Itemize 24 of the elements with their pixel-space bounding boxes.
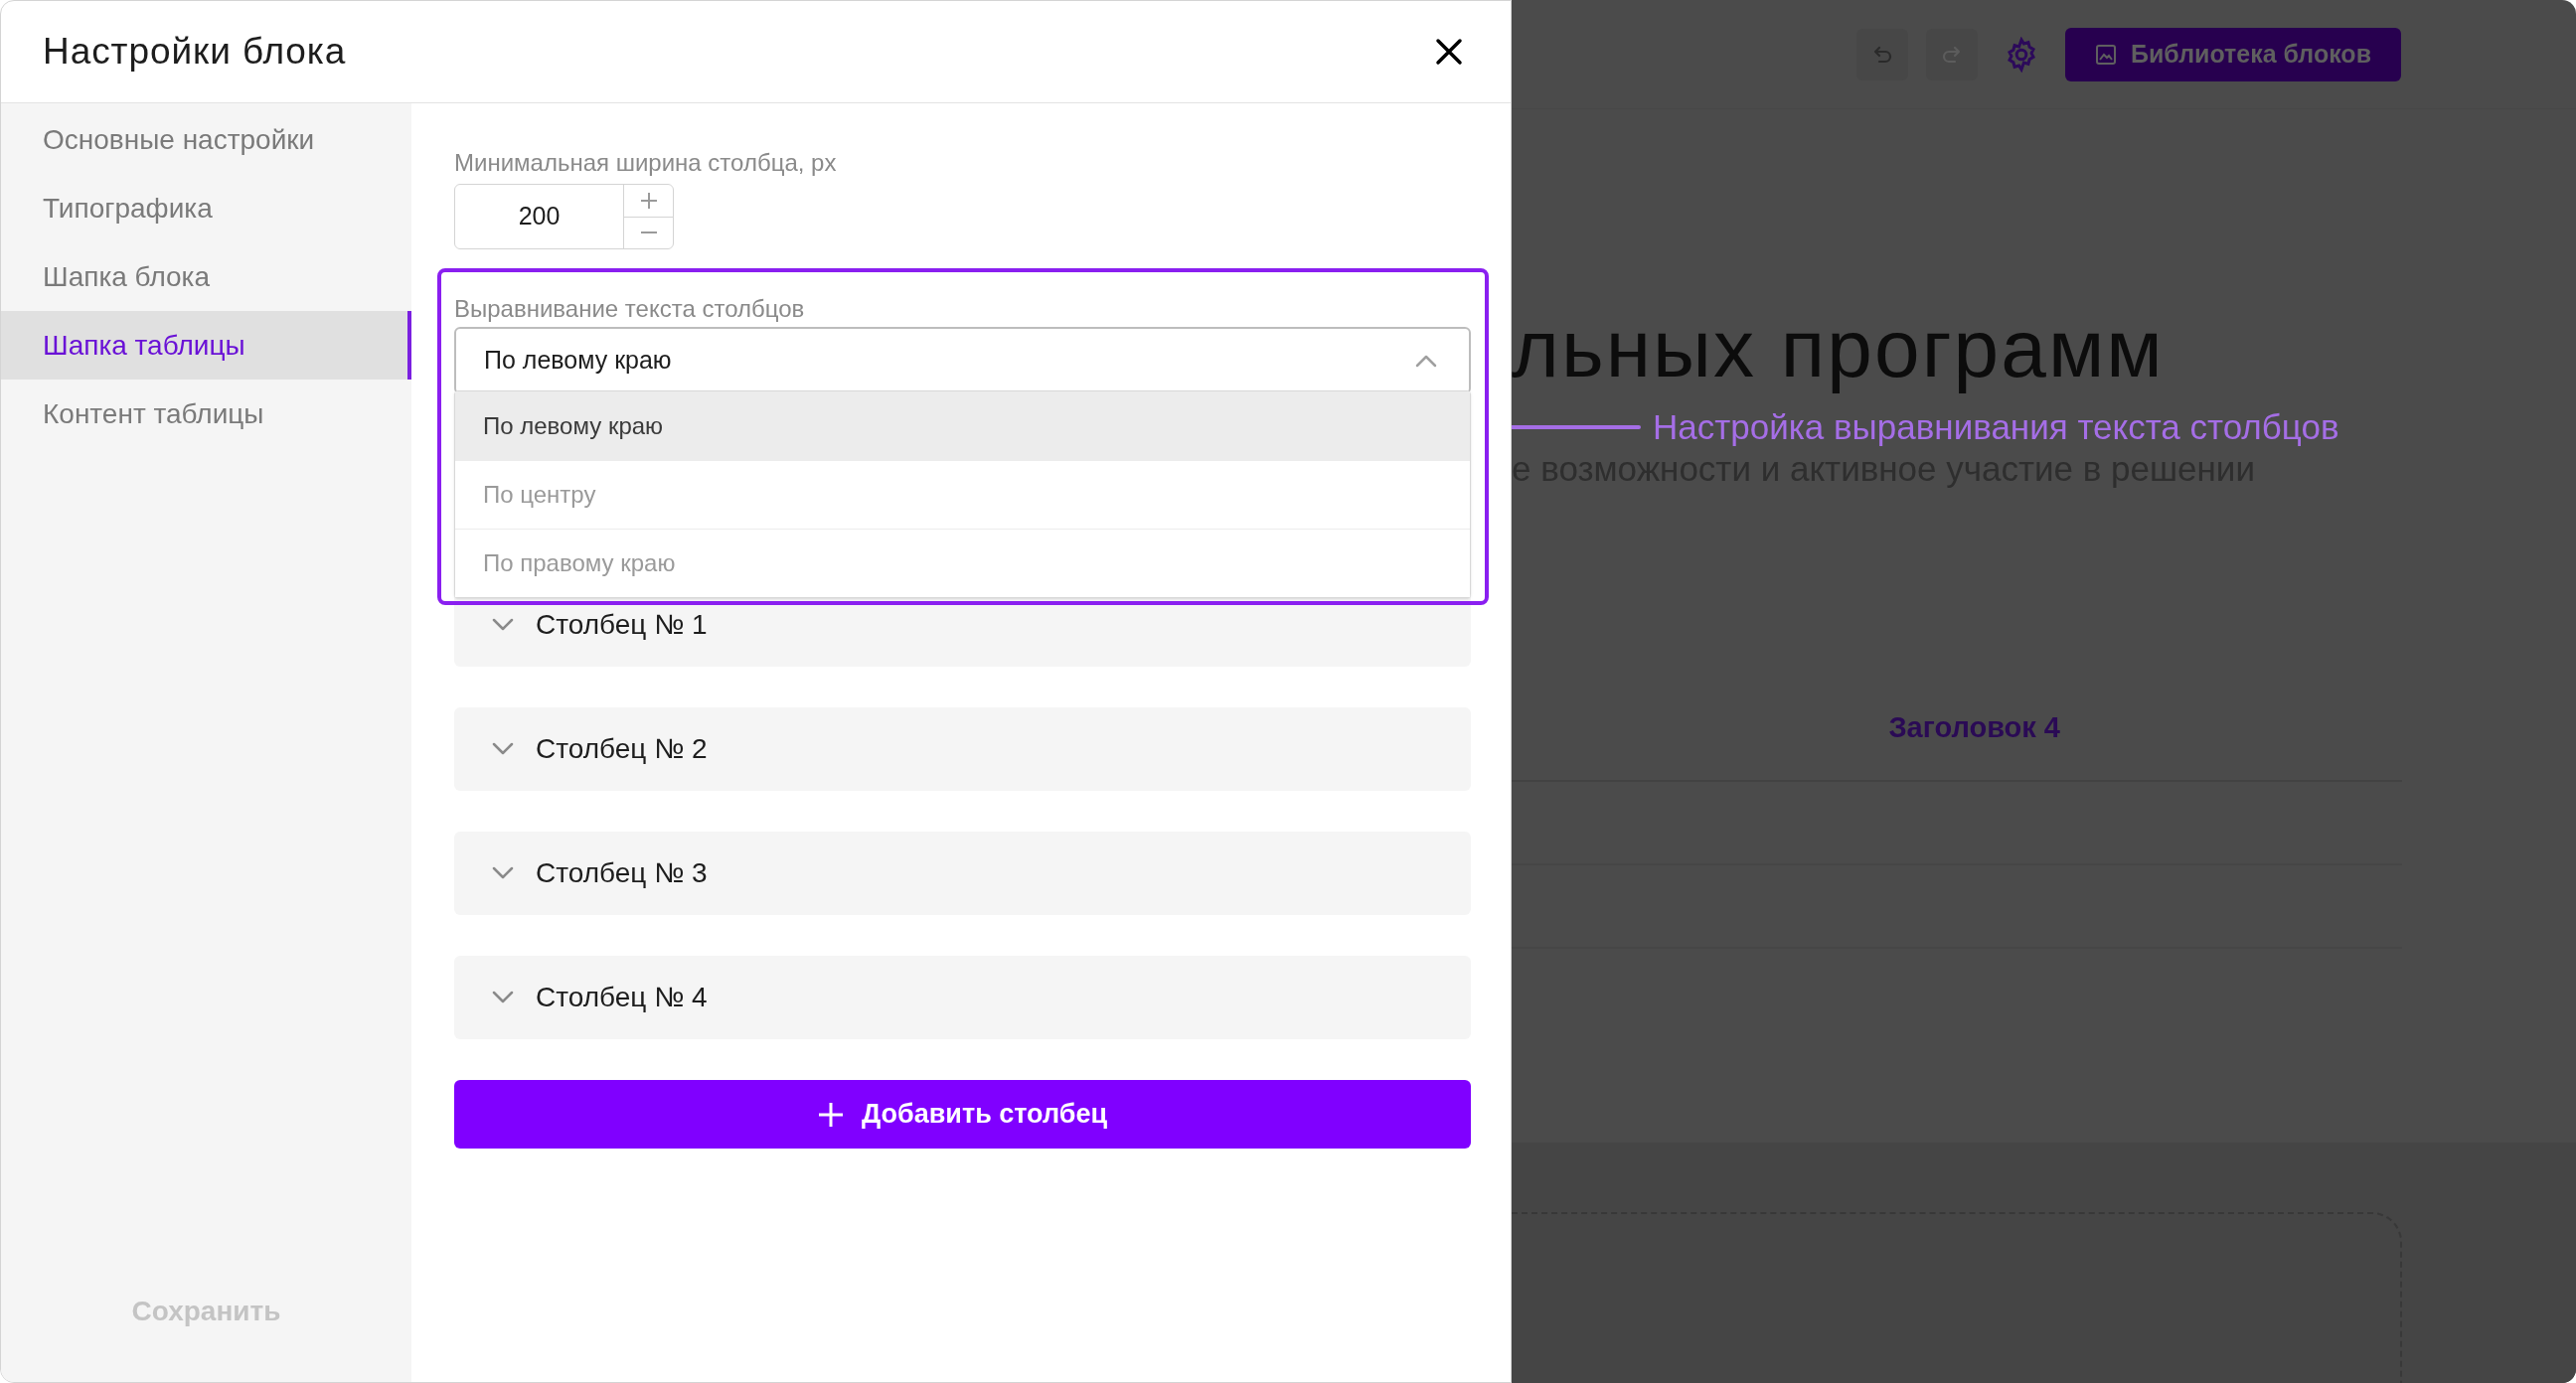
- minus-icon: [639, 230, 658, 235]
- field-label: Минимальная ширина столбца, px: [454, 148, 838, 178]
- undo-button[interactable]: [1855, 28, 1908, 80]
- sidebar-item[interactable]: Шапка таблицы: [1, 311, 411, 380]
- annotation-label: Настройка выравнивания текста столбцов: [1653, 406, 2339, 448]
- dialog-title: Настройки блока: [43, 30, 347, 75]
- sidebar-item[interactable]: Типографика: [1, 174, 411, 242]
- plus-icon: [639, 191, 658, 210]
- image-icon: [2094, 43, 2117, 66]
- table-header: Заголовок 4: [1888, 710, 2060, 745]
- column-accordion[interactable]: Столбец № 3: [454, 832, 1471, 915]
- add-column-button[interactable]: Добавить столбец: [454, 1080, 1471, 1149]
- number-value: 200: [517, 201, 562, 232]
- sidebar-item[interactable]: Основные настройки: [1, 105, 411, 174]
- column-accordion[interactable]: Столбец № 2: [454, 707, 1471, 791]
- field-label: Выравнивание текста столбцов: [454, 294, 806, 324]
- sidebar-item[interactable]: Контент таблицы: [1, 380, 411, 448]
- column-accordion[interactable]: Столбец № 4: [454, 956, 1471, 1039]
- sidebar-item[interactable]: Шапка блока: [1, 242, 411, 311]
- dropdown-option[interactable]: По левому краю: [455, 391, 1470, 460]
- number-stepper[interactable]: 200: [454, 184, 674, 249]
- plus-icon: [817, 1101, 844, 1128]
- close-icon: [1435, 38, 1463, 66]
- select-value: По левому краю: [484, 345, 672, 377]
